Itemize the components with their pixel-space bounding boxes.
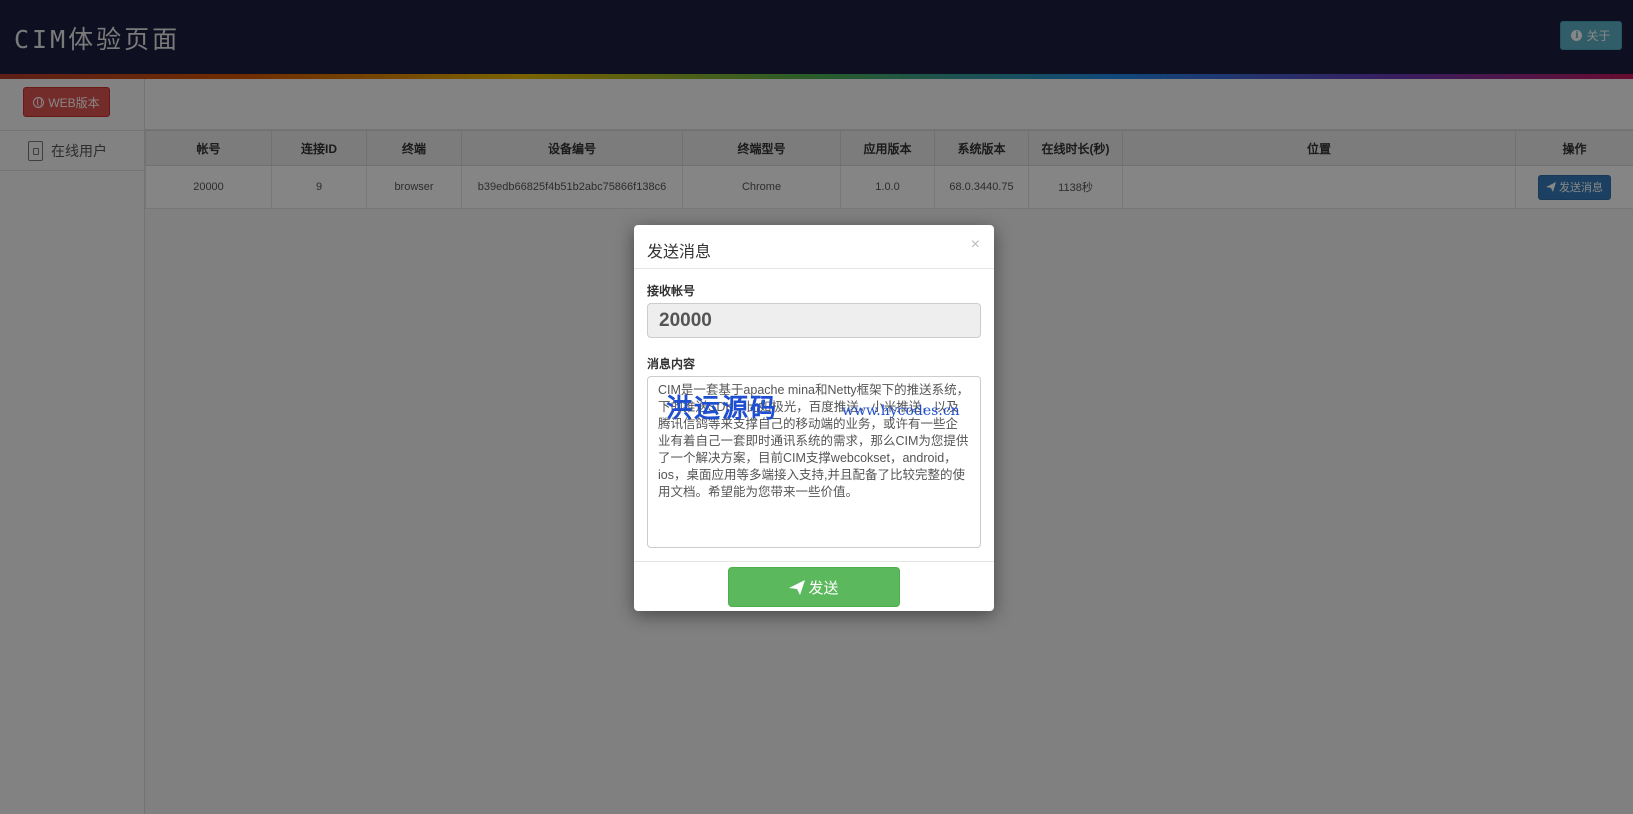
- watermark-text: 洪运源码: [666, 393, 779, 423]
- modal-header: 发送消息 ×: [634, 225, 994, 269]
- receiver-label: 接收帐号: [647, 284, 696, 298]
- send-button[interactable]: 发送: [728, 567, 900, 607]
- modal-title: 发送消息: [647, 244, 712, 261]
- watermark-url: www.hycodes.cn: [842, 403, 960, 419]
- close-icon[interactable]: ×: [971, 236, 980, 254]
- paper-plane-icon: [789, 579, 806, 595]
- send-message-modal: 发送消息 × 接收帐号 20000 消息内容 CIM是一套基于apache mi…: [634, 225, 994, 611]
- receiver-account-field[interactable]: 20000: [647, 303, 981, 338]
- modal-footer: 发送: [634, 561, 994, 611]
- content-label: 消息内容: [647, 357, 696, 371]
- send-button-label: 发送: [808, 579, 839, 597]
